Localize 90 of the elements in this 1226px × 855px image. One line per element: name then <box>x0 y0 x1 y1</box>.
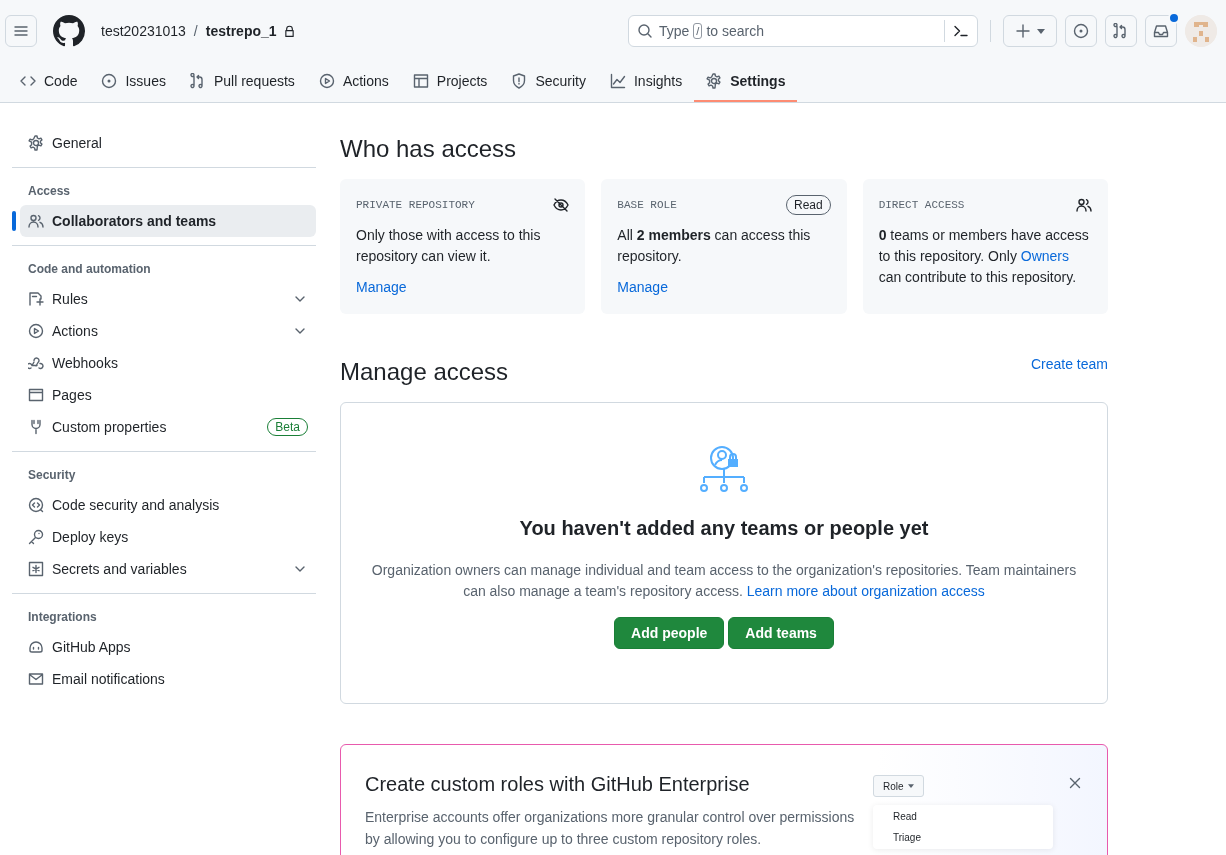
sidebar-item[interactable]: Actions <box>20 315 316 347</box>
menu-icon <box>13 23 29 39</box>
nav-tab[interactable]: Insights <box>597 62 695 102</box>
play-icon <box>28 323 44 339</box>
section-heading: Security <box>27 467 77 484</box>
people-icon <box>1076 197 1092 213</box>
pull-requests-button[interactable] <box>1105 15 1137 47</box>
inbox-icon <box>1153 23 1169 39</box>
rules-icon <box>28 291 44 307</box>
manage-link[interactable]: Manage <box>617 277 668 298</box>
empty-state-title: You haven't added any teams or people yet <box>519 517 929 540</box>
sidebar-item[interactable]: General <box>20 127 316 159</box>
card-heading: BASE ROLE <box>617 197 677 213</box>
add-button[interactable]: Add people <box>614 617 725 649</box>
caret-icon <box>907 784 914 788</box>
slash-key: / <box>693 23 703 39</box>
key-icon <box>28 529 44 545</box>
plus-icon <box>1015 23 1031 39</box>
nav-tab[interactable]: Settings <box>694 62 798 102</box>
people-lock-icon <box>698 443 750 495</box>
nav-tab[interactable]: Projects <box>400 62 500 102</box>
manage-link[interactable]: Manage <box>356 277 407 298</box>
sidebar-item[interactable]: Deploy keys <box>20 521 316 553</box>
card-text: Only those with access to this repository can view it. <box>356 226 542 266</box>
graph-icon <box>609 73 626 89</box>
nav-tab[interactable]: Security <box>499 62 598 102</box>
card-text: 0 teams or members have access to this repository. Only Owners can contribute to this repository. <box>878 226 1090 287</box>
people-icon <box>28 213 44 229</box>
active-indicator <box>12 211 16 231</box>
card-heading: PRIVATE REPOSITORY <box>356 197 475 213</box>
shield-icon <box>511 73 528 89</box>
sidebar-item[interactable]: Rules <box>20 283 316 315</box>
search-placeholder: to search <box>706 23 764 39</box>
card-text: All 2 members can access this repository. <box>617 226 812 266</box>
promo-text: Enterprise accounts offer organizations more granular control over permissions by allowing you to configure up to three custom repository roles. <box>365 808 855 849</box>
sidebar-item[interactable]: Secrets and variables <box>20 553 316 585</box>
search-icon <box>637 23 653 39</box>
sidebar-item[interactable]: Pages <box>20 379 316 411</box>
add-button[interactable]: Add teams <box>728 617 834 649</box>
search-placeholder: Type <box>659 23 690 39</box>
terminal-icon[interactable] <box>953 23 969 39</box>
sidebar-item[interactable]: Custom properties Beta <box>20 411 316 443</box>
play-icon <box>318 73 335 89</box>
asterisk-icon <box>28 561 44 577</box>
role-option: Triage <box>873 832 1053 843</box>
search-field[interactable]: Type / to search <box>628 15 978 47</box>
settings-icon <box>28 135 44 151</box>
owner-link[interactable]: test20231013 <box>101 23 186 39</box>
nav-tab[interactable]: Pull requests <box>177 62 307 102</box>
sidebar-item[interactable]: Webhooks <box>20 347 316 379</box>
section-title: Who has access <box>340 135 518 163</box>
robot-icon <box>28 639 44 655</box>
section-title: Manage access <box>340 358 509 386</box>
learn-more-link[interactable]: Learn more about organization access <box>746 583 985 599</box>
repo-link[interactable]: testrepo_1 <box>205 23 277 39</box>
code-scan-icon <box>28 497 44 513</box>
github-logo[interactable] <box>53 15 85 47</box>
eye-slash-icon <box>553 197 570 213</box>
caret-icon <box>1037 28 1045 34</box>
create-button[interactable] <box>1003 15 1057 47</box>
settings-icon <box>706 73 723 89</box>
menu-button[interactable] <box>5 15 37 47</box>
nav-tab[interactable]: Code <box>8 62 90 102</box>
nav-tab[interactable]: Actions <box>306 62 401 102</box>
inbox-button[interactable] <box>1145 15 1177 47</box>
nav-tab[interactable]: Issues <box>89 62 178 102</box>
role-option: Read <box>873 811 1053 822</box>
sidebar-item[interactable]: Email notifications <box>20 663 316 695</box>
envelope-icon <box>28 671 44 687</box>
section-heading: Integrations <box>27 609 98 626</box>
close-icon <box>1067 775 1083 791</box>
pull-request-icon <box>1113 23 1129 39</box>
role-dropdown-preview: Role <box>873 775 924 797</box>
webhook-icon <box>28 355 44 371</box>
create-team-link[interactable]: Create team <box>1030 356 1108 372</box>
fork-icon <box>28 419 44 435</box>
breadcrumb-separator: / <box>193 23 198 39</box>
issues-button[interactable] <box>1065 15 1097 47</box>
sidebar-item[interactable]: GitHub Apps <box>20 631 316 663</box>
card-heading: DIRECT ACCESS <box>878 197 965 213</box>
browser-icon <box>28 387 44 403</box>
promo-title: Create custom roles with GitHub Enterprise <box>365 773 751 796</box>
empty-state-text: Organization owners can manage individual and team access to the organization's repositories. Team maintainers can also manage a team's repository access. Learn more about organization access <box>371 561 1077 601</box>
close-button[interactable] <box>1067 775 1083 791</box>
pull-request-icon <box>189 73 206 89</box>
table-icon <box>412 73 429 89</box>
sidebar-item[interactable]: Code security and analysis <box>20 489 316 521</box>
owners-link[interactable]: Owners <box>1020 248 1070 264</box>
section-heading: Code and automation <box>27 261 152 278</box>
section-heading: Access <box>27 183 72 200</box>
